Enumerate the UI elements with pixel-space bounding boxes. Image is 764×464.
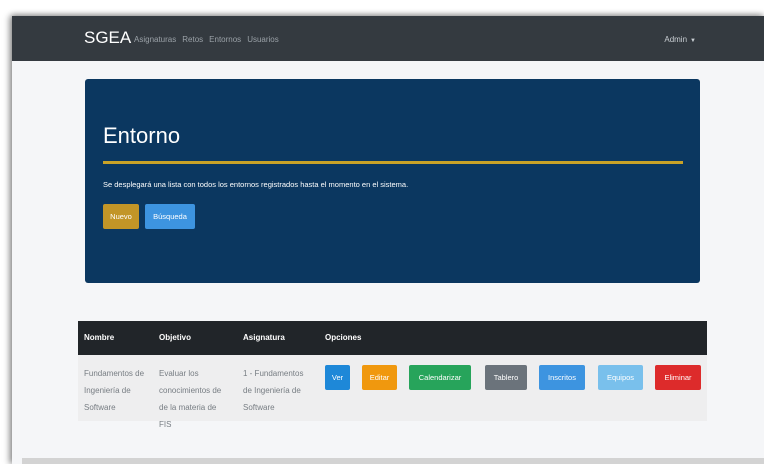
browser-viewport: SGEA Asignaturas Retos Entornos Usuarios…: [12, 16, 764, 464]
delete-button[interactable]: Eliminar: [655, 365, 701, 390]
nav-links: Asignaturas Retos Entornos Usuarios: [134, 35, 285, 44]
nav-link-asignaturas[interactable]: Asignaturas: [134, 35, 176, 44]
teams-button[interactable]: Equipos: [598, 365, 643, 390]
new-button[interactable]: Nuevo: [103, 204, 139, 229]
board-button[interactable]: Tablero: [485, 365, 527, 390]
cell-line: Fundamentos de: [84, 369, 145, 378]
enrolled-button[interactable]: Inscritos: [539, 365, 585, 390]
cell-asignatura: 1 - Fundamentos de Ingeniería de Softwar…: [243, 365, 315, 416]
cell-line: Software: [243, 403, 275, 412]
cell-nombre: Fundamentos de Ingeniería de Software: [84, 365, 146, 416]
cell-line: conocimientos de: [159, 386, 222, 395]
nav-link-entornos[interactable]: Entornos: [209, 35, 241, 44]
column-header-asignatura: Asignatura: [243, 333, 285, 342]
navbar: SGEA Asignaturas Retos Entornos Usuarios…: [12, 16, 764, 61]
horizontal-scrollbar[interactable]: [22, 458, 764, 464]
column-header-nombre: Nombre: [84, 333, 115, 342]
cell-line: 1 - Fundamentos: [243, 369, 304, 378]
page-title: Entorno: [103, 123, 181, 148]
cell-line: Evaluar los: [159, 369, 199, 378]
user-menu-label: Admin: [664, 35, 688, 44]
cell-line: Ingeniería de: [84, 386, 131, 395]
page-description: Se desplegará una lista con todos los en…: [103, 180, 409, 189]
cell-objetivo: Evaluar los conocimientos de de la mater…: [159, 365, 231, 433]
brand-logo[interactable]: SGEA: [84, 28, 131, 48]
nav-link-usuarios[interactable]: Usuarios: [247, 35, 279, 44]
view-button[interactable]: Ver: [325, 365, 350, 390]
schedule-button[interactable]: Calendarizar: [409, 365, 471, 390]
cell-line: de la materia de FIS: [159, 403, 217, 429]
cell-line: de Ingeniería de: [243, 386, 301, 395]
entornos-table: Nombre Objetivo Asignatura Opciones Fund…: [78, 321, 707, 429]
page-header-card: Entorno Se desplegará una lista con todo…: [85, 79, 700, 283]
caret-down-icon: ▼: [690, 38, 696, 44]
table-header: Nombre Objetivo Asignatura Opciones: [78, 321, 707, 355]
cell-line: Software: [84, 403, 116, 412]
title-divider: [103, 161, 683, 164]
user-menu[interactable]: Admin ▼: [664, 35, 696, 44]
edit-button[interactable]: Editar: [362, 365, 397, 390]
column-header-objetivo: Objetivo: [159, 333, 192, 342]
nav-link-retos[interactable]: Retos: [182, 35, 203, 44]
search-button[interactable]: Búsqueda: [145, 204, 195, 229]
column-header-opciones: Opciones: [325, 333, 362, 342]
table-row: Fundamentos de Ingeniería de Software Ev…: [78, 355, 707, 429]
